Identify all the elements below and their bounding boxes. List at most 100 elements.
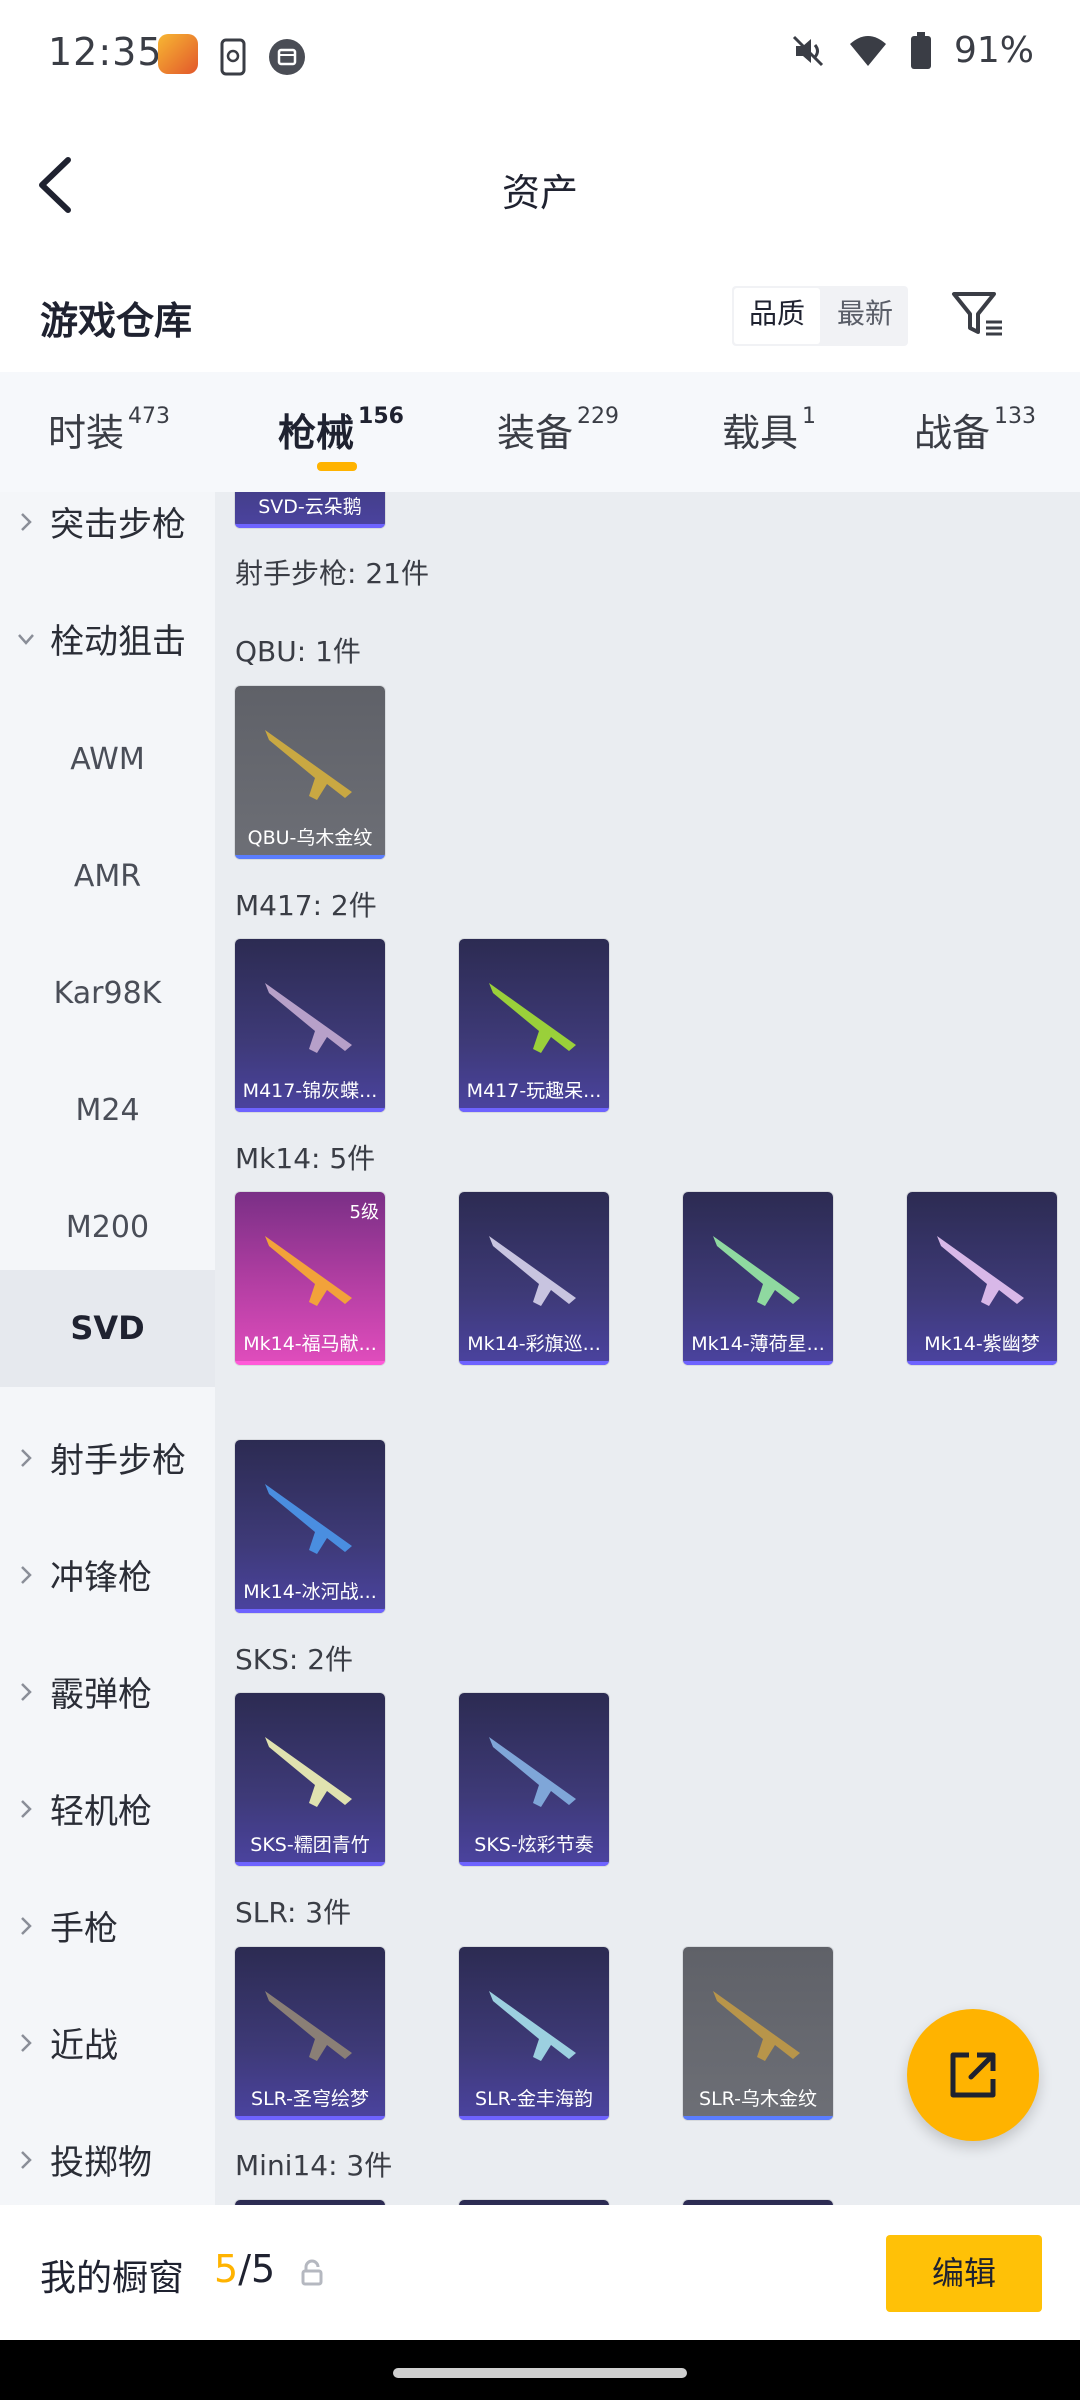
- weapon-name: SLR-金丰海韵: [475, 2088, 593, 2110]
- weapon-card[interactable]: QBU-乌木金纹: [235, 686, 385, 859]
- sidebar-item-kar98k[interactable]: Kar98K: [0, 935, 215, 1052]
- rarity-bar: [459, 1862, 609, 1866]
- sidebar-item-label: 射手步枪: [50, 1441, 186, 1481]
- weapon-card[interactable]: SKS-糯团青竹: [235, 1693, 385, 1866]
- weapon-card[interactable]: M417-锦灰蝶...: [235, 939, 385, 1112]
- weapon-card[interactable]: M417-玩趣呆...: [459, 939, 609, 1112]
- sidebar-item-melee[interactable]: 近战: [0, 1988, 215, 2105]
- weapon-card[interactable]: Mk14-薄荷星...: [683, 1192, 833, 1365]
- chevron-right-icon: [21, 1917, 32, 1935]
- sidebar-item-m24[interactable]: M24: [0, 1052, 215, 1169]
- sort-option-quality[interactable]: 品质: [734, 288, 820, 344]
- weapon-category-sidebar: 突击步枪 栓动狙击 AWM AMR Kar98K M24 M200 SVD 射手…: [0, 492, 215, 2205]
- weapon-card[interactable]: Mk14-彩旗巡...: [459, 1192, 609, 1365]
- rifle-icon: [265, 1991, 352, 2061]
- weapon-card[interactable]: 5级 Mk14-福马献...: [235, 1192, 385, 1365]
- sidebar-item-shotgun[interactable]: 霰弹枪: [0, 1637, 215, 1754]
- rifle-icon: [713, 1236, 800, 1306]
- tab-label: 战备: [914, 411, 991, 455]
- home-gesture-handle[interactable]: [393, 2368, 687, 2378]
- tab-fashion[interactable]: 时装 473: [48, 402, 170, 457]
- tab-supplies[interactable]: 战备 133: [914, 402, 1036, 457]
- weapon-card[interactable]: SLR-乌木金纹: [683, 1947, 833, 2120]
- sidebar-item-label: 冲锋枪: [50, 1558, 152, 1598]
- sidebar-item-assault-rifle[interactable]: 突击步枪: [0, 492, 215, 584]
- chevron-right-icon: [21, 1449, 32, 1467]
- group-label-qbu: QBU: 1件: [235, 635, 361, 668]
- rifle-icon: [489, 1991, 576, 2061]
- rifle-icon: [489, 983, 576, 1053]
- weapon-name: M417-玩趣呆...: [466, 1080, 602, 1102]
- weapon-card[interactable]: SLR-圣穹绘梦: [235, 1947, 385, 2120]
- section-header: 射手步枪: 21件: [235, 557, 429, 590]
- sidebar-item-label: 投掷物: [50, 2143, 152, 2183]
- rarity-bar: [235, 855, 385, 859]
- sidebar-item-pistol[interactable]: 手枪: [0, 1871, 215, 1988]
- rarity-bar: [459, 2116, 609, 2120]
- weapon-name: QBU-乌木金纹: [247, 827, 373, 849]
- weapon-name: Mk14-薄荷星...: [691, 1333, 825, 1355]
- external-link-icon: [950, 2052, 996, 2098]
- sidebar-item-marksman-rifle[interactable]: 射手步枪: [0, 1403, 215, 1520]
- warehouse-row: 游戏仓库 品质 最新: [0, 260, 1080, 372]
- rifle-icon: [489, 1737, 576, 1807]
- sidebar-item-label: 近战: [50, 2026, 118, 2066]
- warehouse-title: 游戏仓库: [40, 299, 193, 343]
- share-fab-button[interactable]: [907, 2009, 1039, 2141]
- chevron-right-icon: [21, 1800, 32, 1818]
- rifle-icon: [265, 730, 352, 800]
- sidebar-item-label: 栓动狙击: [50, 622, 186, 662]
- sidebar-item-bolt-sniper[interactable]: 栓动狙击: [0, 584, 215, 701]
- sidebar-item-label: 手枪: [50, 1909, 118, 1949]
- weapon-card[interactable]: Mk14-冰河战...: [235, 1440, 385, 1613]
- edit-button[interactable]: 编辑: [886, 2235, 1042, 2312]
- chevron-right-icon: [21, 1566, 32, 1584]
- tab-count: 473: [128, 404, 171, 429]
- filter-icon[interactable]: [948, 284, 1008, 344]
- tab-vehicles[interactable]: 载具 1: [722, 402, 816, 457]
- weapon-card[interactable]: Mk14-紫幽梦: [907, 1192, 1057, 1365]
- rifle-icon: [265, 1236, 352, 1306]
- tab-label: 枪械: [278, 411, 355, 455]
- rarity-bar: [459, 1361, 609, 1365]
- group-label-mini14: Mini14: 3件: [235, 2149, 393, 2182]
- rarity-bar: [235, 1108, 385, 1112]
- sort-option-latest[interactable]: 最新: [822, 286, 908, 346]
- sidebar-item-label: M24: [75, 1093, 140, 1128]
- sidebar-item-throwable[interactable]: 投掷物: [0, 2105, 215, 2205]
- sidebar-item-lmg[interactable]: 轻机枪: [0, 1754, 215, 1871]
- weapon-card[interactable]: SLR-金丰海韵: [459, 1947, 609, 2120]
- sidebar-item-label: AMR: [73, 859, 142, 894]
- tab-count: 229: [577, 404, 620, 429]
- showcase-label: 我的橱窗: [40, 2258, 185, 2299]
- tab-count: 133: [994, 404, 1037, 429]
- sidebar-item-m200[interactable]: M200: [0, 1169, 215, 1286]
- sidebar-item-svd[interactable]: SVD: [0, 1270, 215, 1387]
- page-header: 资产: [0, 110, 1080, 260]
- status-time: 12:35: [48, 30, 163, 74]
- rarity-bar: [235, 1609, 385, 1613]
- chevron-down-icon: [18, 634, 34, 645]
- battery-percent: 91%: [953, 30, 1034, 71]
- calendar-notification-icon: [269, 39, 305, 75]
- showcase-count: 5/5: [214, 2247, 275, 2291]
- active-tab-indicator: [317, 462, 357, 471]
- showcase-bar: 我的橱窗 5/5 编辑: [0, 2205, 1080, 2340]
- weapon-card[interactable]: SVD-云朵鹅: [235, 492, 385, 528]
- tab-firearms[interactable]: 枪械 156: [278, 402, 404, 457]
- sort-toggle: 品质 最新: [732, 286, 908, 346]
- chevron-right-icon: [21, 2034, 32, 2052]
- weapon-name: M417-锦灰蝶...: [242, 1080, 378, 1102]
- sidebar-item-smg[interactable]: 冲锋枪: [0, 1520, 215, 1637]
- tab-count: 156: [358, 404, 404, 429]
- mute-icon: [792, 35, 824, 66]
- battery-icon: [910, 31, 931, 69]
- tab-equipment[interactable]: 装备 229: [497, 402, 619, 457]
- weapon-name: SLR-乌木金纹: [699, 2088, 817, 2110]
- sidebar-item-amr[interactable]: AMR: [0, 818, 215, 935]
- sidebar-item-awm[interactable]: AWM: [0, 701, 215, 818]
- weapon-name: SLR-圣穹绘梦: [251, 2088, 369, 2110]
- rarity-bar: [235, 1862, 385, 1866]
- weapon-card[interactable]: SKS-炫彩节奏: [459, 1693, 609, 1866]
- wifi-icon: [849, 35, 886, 66]
